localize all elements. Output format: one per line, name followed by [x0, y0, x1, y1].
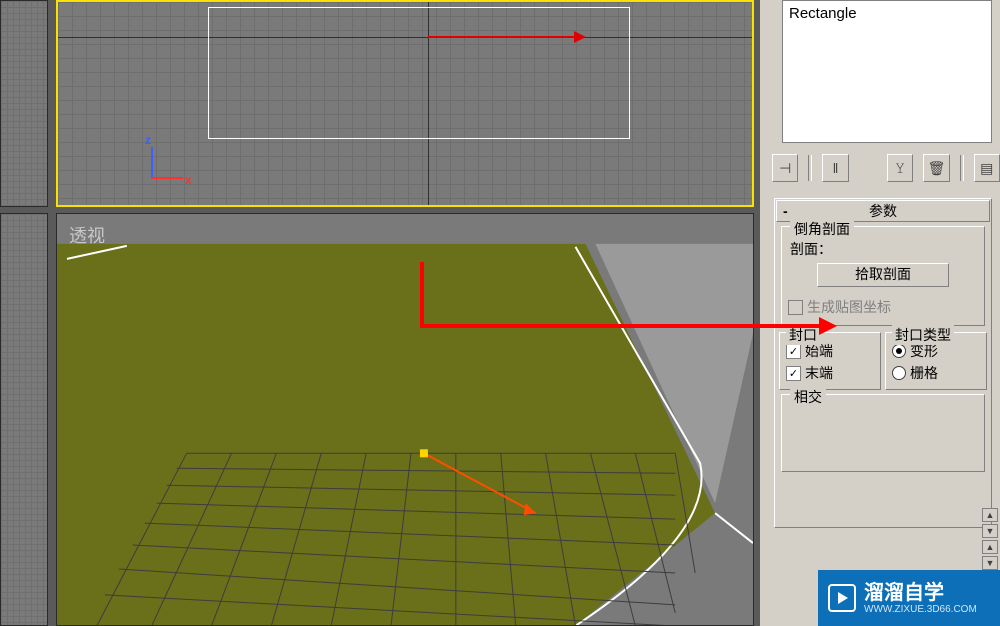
rollout-title: 参数 — [777, 201, 989, 221]
viewport-left-strip — [0, 0, 48, 626]
viewport-top-active[interactable]: z x — [56, 0, 754, 207]
pin-stack-button[interactable]: ⊣ — [772, 154, 798, 182]
checkbox-icon: ✓ — [786, 366, 801, 381]
cap-group: 封口 ✓ 始端 ✓ 末端 — [779, 332, 881, 390]
separator-icon — [808, 155, 812, 181]
watermark-brand: 溜溜自学 — [864, 582, 977, 604]
move-gizmo-x[interactable] — [428, 36, 578, 38]
modifier-stack-item[interactable]: Rectangle — [789, 5, 857, 22]
viewport-perspective[interactable]: 透视 — [56, 213, 754, 626]
z-axis-label: z — [145, 133, 151, 147]
play-icon — [828, 584, 856, 612]
cap-type-group: 封口类型 变形 栅格 — [885, 332, 987, 390]
bevel-profile-group: 倒角剖面 剖面： 拾取剖面 生成贴图坐标 — [781, 226, 985, 326]
spinner-controls: ▲ ▼ ▲ ▼ — [982, 508, 998, 570]
generate-uv-label: 生成贴图坐标 — [807, 297, 891, 317]
viewport-small-bottom[interactable] — [0, 213, 48, 626]
remove-modifier-button[interactable]: 🗑 — [923, 154, 949, 182]
group-label: 倒角剖面 — [790, 219, 854, 239]
axis-tripod: z x — [143, 137, 193, 187]
profile-label: 剖面： — [790, 239, 978, 259]
configure-sets-button[interactable]: ▤ — [974, 154, 1000, 182]
z-axis-icon — [151, 147, 153, 179]
spinner-up-button[interactable]: ▲ — [982, 508, 998, 522]
pin-icon: ⊣ — [779, 160, 791, 177]
annotation-arrow — [423, 324, 823, 328]
spinner-up-button[interactable]: ▲ — [982, 540, 998, 554]
radio-icon — [892, 366, 906, 380]
perspective-scene — [57, 214, 753, 626]
make-unique-button[interactable]: 𝚈 — [887, 154, 913, 182]
config-icon: ▤ — [980, 160, 993, 177]
group-label: 相交 — [790, 387, 826, 407]
viewport-small-top[interactable] — [0, 0, 48, 207]
cap-type-grid-radio[interactable]: 栅格 — [892, 363, 980, 383]
modifier-stack-list[interactable]: Rectangle — [782, 0, 992, 143]
collapse-icon: - — [783, 203, 788, 219]
cap-end-label: 末端 — [805, 363, 833, 383]
spinner-down-button[interactable]: ▼ — [982, 556, 998, 570]
parameters-rollout: - 参数 倒角剖面 剖面： 拾取剖面 生成贴图坐标 封口 ✓ 始端 ✓ 末端 — [774, 198, 992, 528]
unique-icon: 𝚈 — [895, 160, 905, 177]
generate-uv-checkbox: 生成贴图坐标 — [788, 297, 978, 317]
watermark: 溜溜自学 WWW.ZIXUE.3D66.COM — [818, 570, 1000, 626]
checkbox-icon: ✓ — [786, 344, 801, 359]
trash-icon: 🗑 — [928, 160, 946, 177]
watermark-url: WWW.ZIXUE.3D66.COM — [864, 604, 977, 615]
show-end-result-button[interactable]: ‖ — [822, 154, 848, 182]
bars-icon: ‖ — [833, 160, 839, 176]
x-axis-label: x — [185, 173, 192, 187]
rectangle-shape[interactable] — [208, 7, 630, 139]
radio-icon — [892, 344, 906, 358]
command-panel: Rectangle ⊣ ‖ 𝚈 🗑 ▤ - 参数 倒角剖面 剖面： 拾取剖面 生… — [760, 0, 1000, 626]
x-axis-icon — [151, 177, 183, 179]
cap-type-grid-label: 栅格 — [910, 363, 938, 383]
spinner-down-button[interactable]: ▼ — [982, 524, 998, 538]
group-label: 封口类型 — [892, 325, 954, 345]
cap-end-checkbox[interactable]: ✓ 末端 — [786, 363, 874, 383]
separator-icon — [960, 155, 964, 181]
pick-profile-button[interactable]: 拾取剖面 — [817, 263, 949, 287]
group-label: 封口 — [786, 325, 820, 345]
intersect-group: 相交 — [781, 394, 985, 472]
viewport-area: z x 透视 — [0, 0, 760, 626]
modifier-toolbar: ⊣ ‖ 𝚈 🗑 ▤ — [772, 152, 1000, 184]
checkbox-icon — [788, 300, 803, 315]
